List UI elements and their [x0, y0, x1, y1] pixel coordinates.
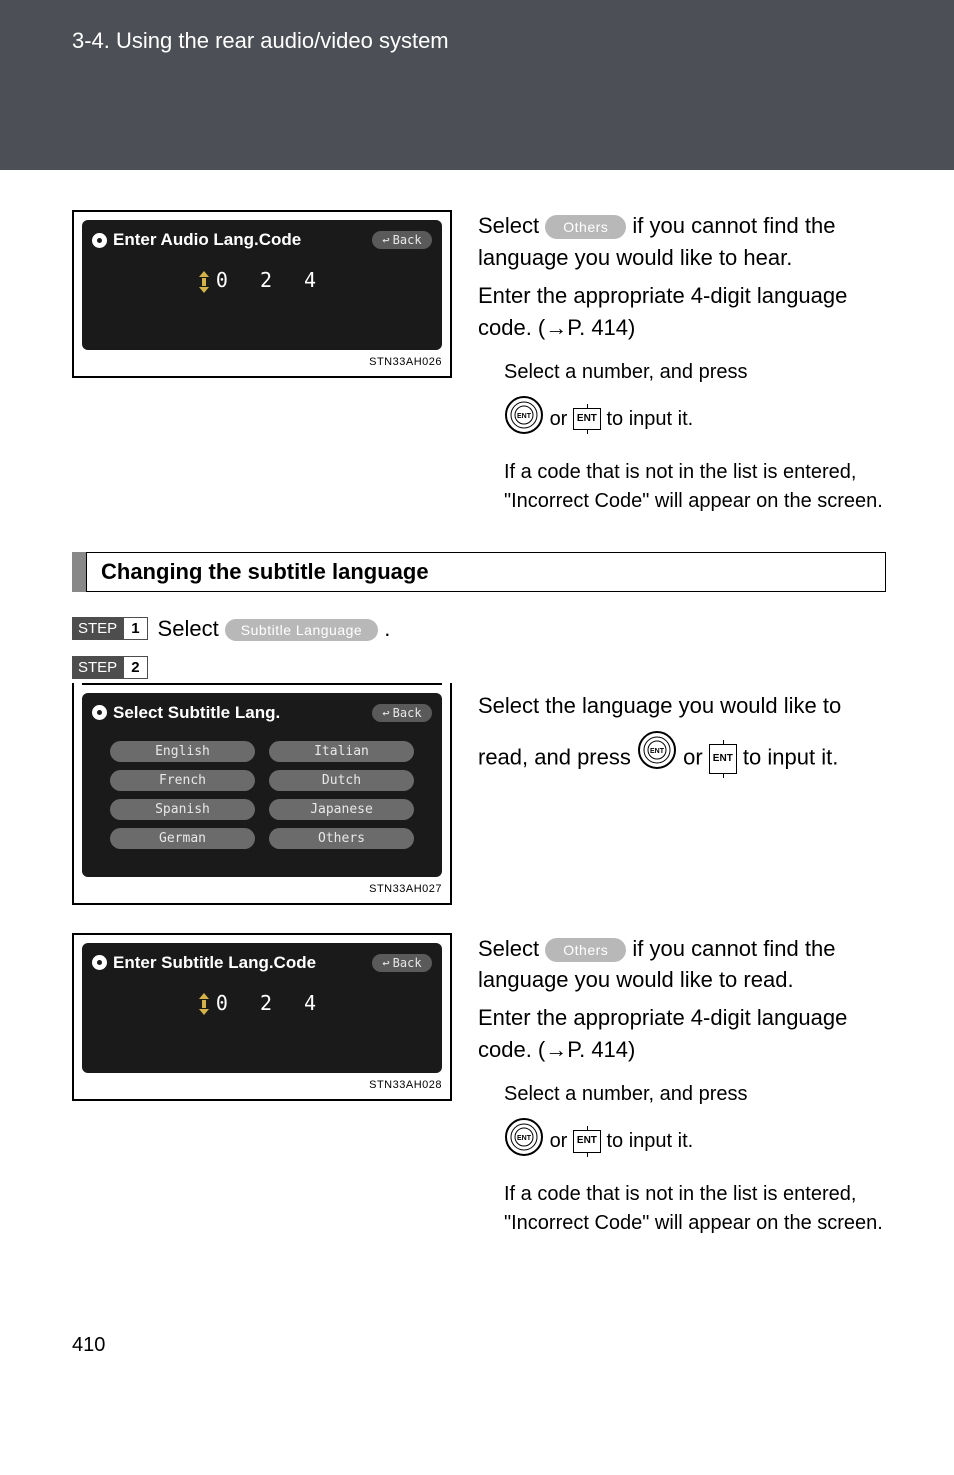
disc-icon [92, 233, 107, 248]
svg-text:ENT: ENT [517, 1135, 532, 1142]
screenshot-subtitle-code: Enter Subtitle Lang.Code Back 0 2 4 STN3… [72, 933, 452, 1101]
image-id: STN33AH028 [82, 1079, 442, 1091]
breadcrumb: 3-4. Using the rear audio/video system [72, 28, 954, 54]
panel-title: Select Subtitle Lang. [92, 703, 280, 723]
subtitle-language-pill: Subtitle Language [225, 619, 378, 641]
lang-option[interactable]: French [110, 770, 255, 791]
ent-button-icon: ENT [573, 1130, 601, 1153]
others-pill: Others [545, 938, 626, 962]
others-pill: Others [545, 215, 626, 239]
back-button[interactable]: Back [372, 954, 432, 972]
lang-option[interactable]: Others [269, 828, 414, 849]
panel-title: Enter Audio Lang.Code [92, 230, 301, 250]
svg-text:ENT: ENT [517, 413, 532, 420]
screenshot-audio-code: Enter Audio Lang.Code Back 0 2 4 STN33AH… [72, 210, 452, 378]
step-1-line: STEP1 Select Subtitle Language . [72, 616, 886, 642]
image-id: STN33AH027 [82, 883, 442, 895]
code-digits: 0 2 4 [92, 991, 432, 1016]
lang-option[interactable]: Spanish [110, 799, 255, 820]
page-header: 3-4. Using the rear audio/video system [0, 0, 954, 170]
step-badge-1: STEP1 [72, 617, 148, 640]
code-digits: 0 2 4 [92, 268, 432, 293]
back-button[interactable]: Back [372, 704, 432, 722]
ent-dial-icon: ENT [504, 1117, 544, 1166]
section-heading: Changing the subtitle language [72, 552, 886, 592]
ent-button-icon: ENT [709, 744, 737, 774]
step-badge-2: STEP2 [72, 656, 148, 679]
disc-icon [92, 705, 107, 720]
lang-option[interactable]: Dutch [269, 770, 414, 791]
updown-icon [198, 271, 210, 293]
updown-icon [198, 993, 210, 1015]
lang-option[interactable]: English [110, 741, 255, 762]
instruction-block-1: Select Others if you cannot find the lan… [478, 210, 886, 524]
back-button[interactable]: Back [372, 231, 432, 249]
image-id: STN33AH026 [82, 356, 442, 368]
screenshot-subtitle-select: Select Subtitle Lang. Back English Itali… [72, 683, 452, 905]
lang-option[interactable]: Japanese [269, 799, 414, 820]
panel-title: Enter Subtitle Lang.Code [92, 953, 316, 973]
disc-icon [92, 955, 107, 970]
lang-option[interactable]: Italian [269, 741, 414, 762]
lang-option[interactable]: German [110, 828, 255, 849]
svg-text:ENT: ENT [650, 748, 665, 755]
ent-button-icon: ENT [573, 408, 601, 431]
instruction-block-2: Select the language you would like to re… [478, 656, 886, 905]
page-number: 410 [0, 1314, 954, 1387]
ent-dial-icon: ENT [637, 730, 677, 787]
instruction-block-3: Select Others if you cannot find the lan… [478, 933, 886, 1247]
ent-dial-icon: ENT [504, 395, 544, 444]
